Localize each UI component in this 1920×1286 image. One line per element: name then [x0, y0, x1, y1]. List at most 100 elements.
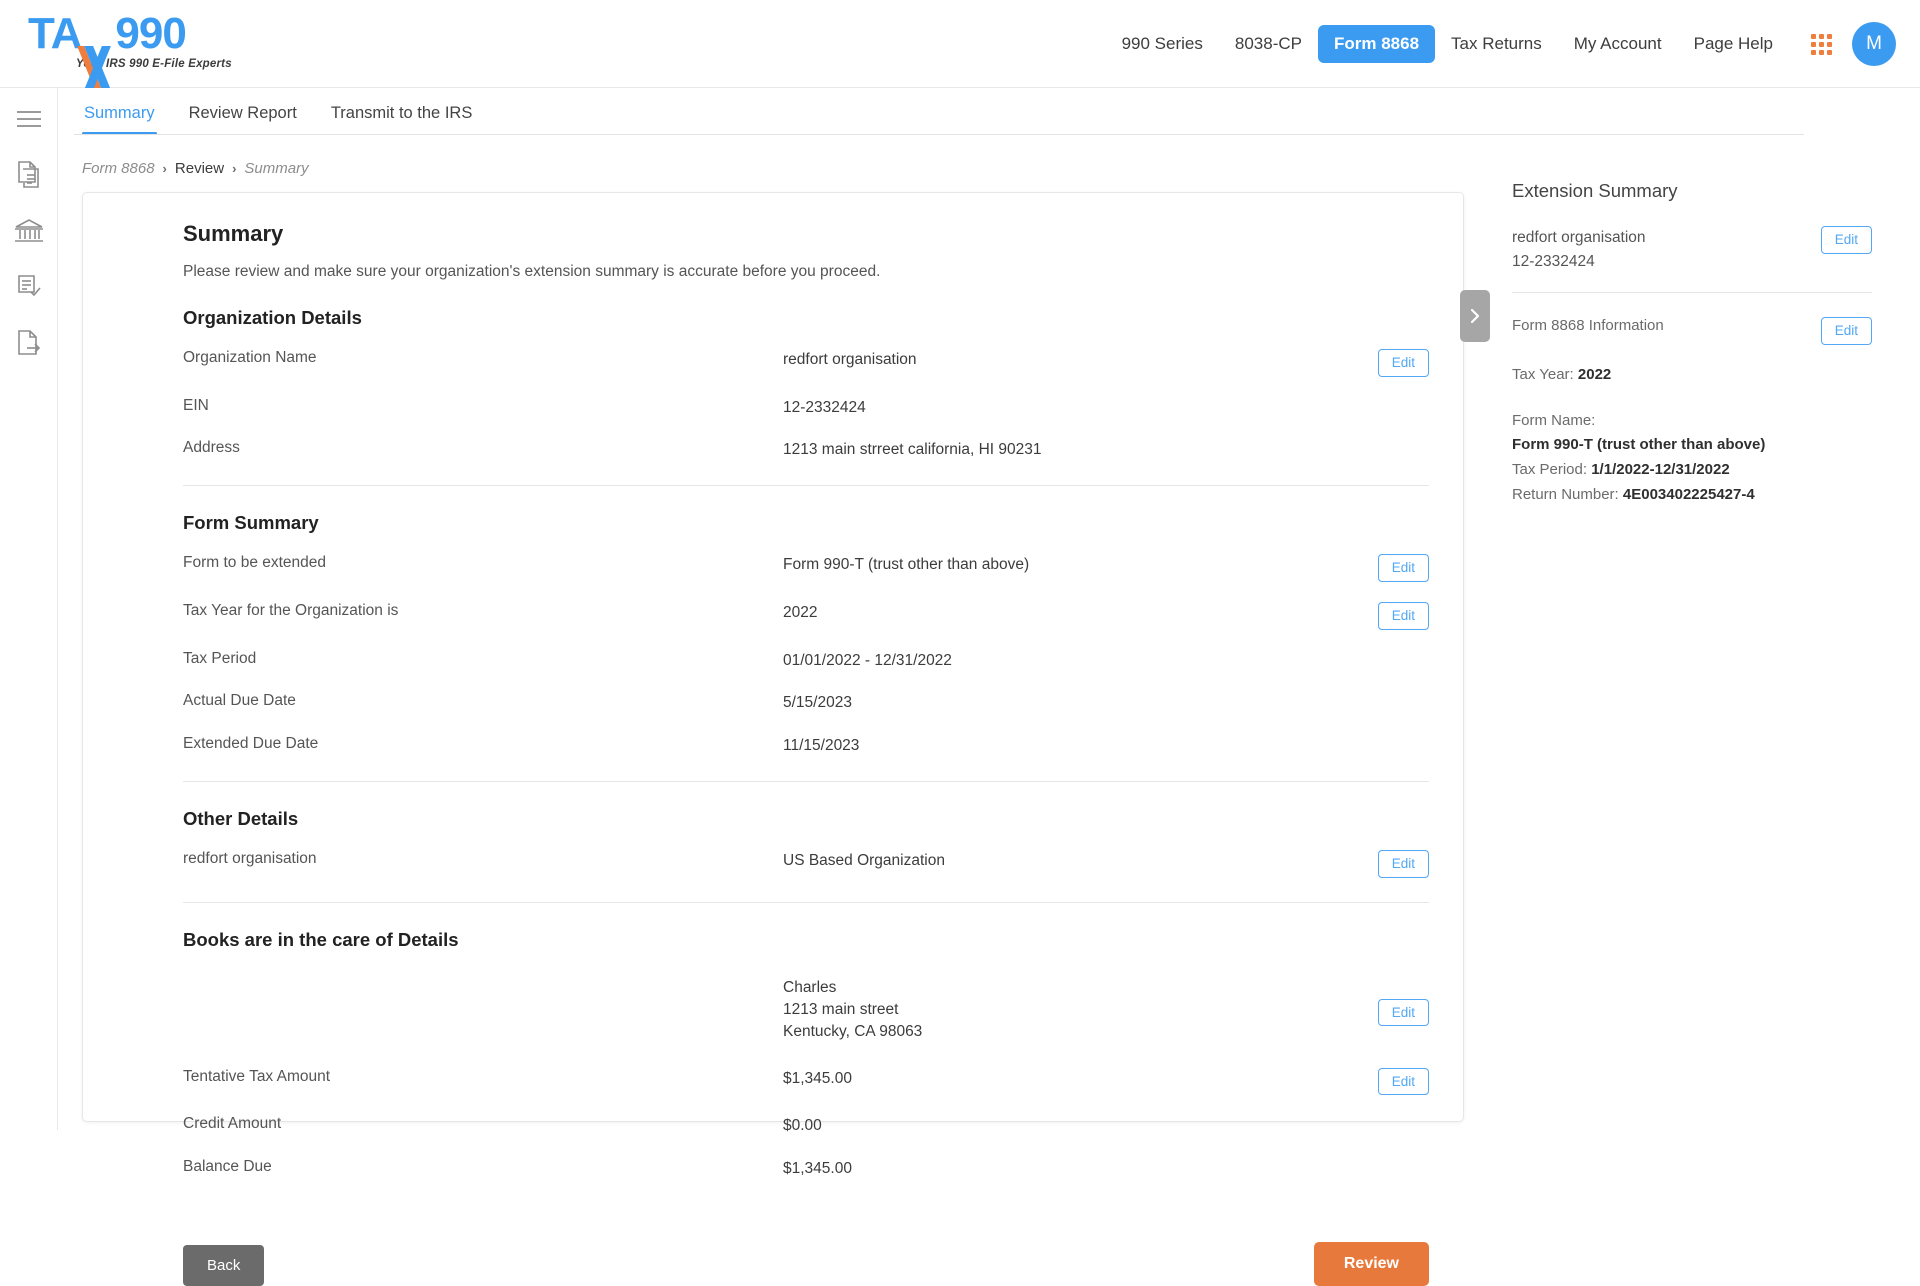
hamburger-menu-icon[interactable]	[14, 104, 44, 134]
table-row: Balance Due $1,345.00	[183, 1158, 1429, 1180]
row-label: Tentative Tax Amount	[183, 1068, 783, 1086]
row-action: Edit	[1369, 977, 1429, 1027]
section-divider	[183, 781, 1429, 782]
edit-care-of-details-button[interactable]: Edit	[1378, 999, 1429, 1027]
breadcrumb-separator-icon: ›	[163, 161, 167, 176]
org-summary-text: redfort organisation 12-2332424	[1512, 226, 1646, 274]
tax-year-field: Tax Year: 2022	[1512, 363, 1872, 387]
avatar[interactable]: M	[1852, 22, 1896, 66]
tab-review-report[interactable]: Review Report	[179, 104, 307, 135]
document-export-icon[interactable]	[14, 328, 44, 358]
tax-year-value: 2022	[1578, 366, 1611, 383]
row-label: Tax Period	[183, 650, 783, 668]
row-value: $0.00	[783, 1115, 1369, 1137]
page-title: Summary	[183, 221, 1443, 247]
edit-organization-name-button[interactable]: Edit	[1378, 349, 1429, 377]
tab-strip-divider	[74, 134, 1804, 135]
top-navigation-bar: TA990 Your IRS 990 E-File Experts 990 Se…	[0, 0, 1920, 88]
section-heading-form-summary: Form Summary	[183, 512, 1443, 534]
table-row: Credit Amount $0.00	[183, 1115, 1429, 1137]
logo-ta-text: TA	[28, 9, 81, 58]
edit-us-based-organization-button[interactable]: Edit	[1378, 850, 1429, 878]
edit-tax-year-button[interactable]: Edit	[1378, 602, 1429, 630]
row-action: Edit	[1369, 554, 1429, 582]
row-value: 12-2332424	[783, 397, 1369, 419]
panel-collapse-toggle[interactable]	[1460, 290, 1490, 342]
edit-form-to-be-extended-button[interactable]: Edit	[1378, 554, 1429, 582]
apps-grid-icon[interactable]	[1811, 34, 1832, 55]
row-label: Tax Year for the Organization is	[183, 602, 783, 620]
chevron-right-icon	[1468, 306, 1482, 326]
edit-org-summary-button[interactable]: Edit	[1821, 226, 1872, 254]
nav-item-990-series[interactable]: 990 Series	[1106, 25, 1219, 63]
tab-summary[interactable]: Summary	[74, 104, 165, 135]
row-value: redfort organisation	[783, 349, 1369, 371]
tab-transmit-to-the-irs[interactable]: Transmit to the IRS	[321, 104, 483, 135]
breadcrumb: Form 8868 › Review › Summary	[82, 160, 309, 177]
extension-summary-title: Extension Summary	[1512, 180, 1872, 202]
row-label: EIN	[183, 397, 783, 415]
extension-summary-panel: Extension Summary redfort organisation 1…	[1512, 180, 1872, 508]
row-label: Address	[183, 439, 783, 457]
return-number-label: Return Number:	[1512, 486, 1619, 503]
table-row: redfort organisation US Based Organizati…	[183, 850, 1429, 878]
table-row: Organization Name redfort organisation E…	[183, 349, 1429, 377]
breadcrumb-item-summary: Summary	[244, 160, 308, 177]
edit-tentative-tax-amount-button[interactable]: Edit	[1378, 1068, 1429, 1096]
form-name-label: Form Name:	[1512, 409, 1872, 434]
row-label: Extended Due Date	[183, 735, 783, 753]
table-row: Extended Due Date 11/15/2023	[183, 735, 1429, 757]
row-label: Organization Name	[183, 349, 783, 367]
table-row: Address 1213 main strreet california, HI…	[183, 439, 1429, 461]
row-value: $1,345.00	[783, 1158, 1369, 1180]
document-check-icon[interactable]	[14, 272, 44, 302]
back-button[interactable]: Back	[183, 1245, 264, 1286]
section-tabs: Summary Review Report Transmit to the IR…	[58, 88, 1920, 135]
top-nav-items: 990 Series 8038-CP Form 8868 Tax Returns…	[1106, 0, 1896, 88]
breadcrumb-item-form-8868[interactable]: Form 8868	[82, 160, 155, 177]
nav-item-my-account[interactable]: My Account	[1558, 25, 1678, 63]
table-row: Tax Period 01/01/2022 - 12/31/2022	[183, 650, 1429, 672]
row-value-care-of-address: Charles 1213 main street Kentucky, CA 98…	[783, 977, 1369, 1044]
row-value: Form 990-T (trust other than above)	[783, 554, 1369, 576]
row-label: Balance Due	[183, 1158, 783, 1176]
nav-item-tax-returns[interactable]: Tax Returns	[1435, 25, 1558, 63]
form-details-group: Form Name: Form 990-T (trust other than …	[1512, 409, 1872, 508]
nav-item-form-8868[interactable]: Form 8868	[1318, 25, 1435, 63]
tax-period-field: Tax Period: 1/1/2022-12/31/2022	[1512, 458, 1872, 483]
summary-card: Summary Please review and make sure your…	[82, 192, 1464, 1122]
bank-icon[interactable]	[14, 216, 44, 246]
row-value: 5/15/2023	[783, 692, 1369, 714]
page-subtitle: Please review and make sure your organiz…	[183, 263, 1443, 281]
edit-form-8868-info-button[interactable]: Edit	[1821, 317, 1872, 345]
documents-icon[interactable]	[14, 160, 44, 190]
nav-item-8038-cp[interactable]: 8038-CP	[1219, 25, 1318, 63]
row-label: Credit Amount	[183, 1115, 783, 1133]
org-summary-name: redfort organisation	[1512, 226, 1646, 250]
table-row: Tentative Tax Amount $1,345.00 Edit	[183, 1068, 1429, 1096]
row-label: redfort organisation	[183, 850, 783, 868]
tax-period-label: Tax Period:	[1512, 461, 1587, 478]
tax990-logo[interactable]: TA990 Your IRS 990 E-File Experts	[28, 12, 258, 70]
breadcrumb-item-review[interactable]: Review	[175, 160, 224, 177]
return-number-value: 4E003402225427-4	[1623, 486, 1755, 503]
org-summary-ein: 12-2332424	[1512, 250, 1646, 274]
row-value: US Based Organization	[783, 850, 1369, 872]
return-number-field: Return Number: 4E003402225427-4	[1512, 483, 1872, 508]
card-footer-actions: Back Review	[103, 1214, 1443, 1286]
row-value: 1213 main strreet california, HI 90231	[783, 439, 1369, 461]
review-button[interactable]: Review	[1314, 1242, 1429, 1286]
section-divider	[183, 485, 1429, 486]
breadcrumb-separator-icon: ›	[232, 161, 236, 176]
section-heading-other-details: Other Details	[183, 808, 1443, 830]
table-row: Actual Due Date 5/15/2023	[183, 692, 1429, 714]
row-label: Form to be extended	[183, 554, 783, 572]
table-row: Tax Year for the Organization is 2022 Ed…	[183, 602, 1429, 630]
row-action: Edit	[1369, 602, 1429, 630]
form-8868-info-label: Form 8868 Information	[1512, 317, 1664, 334]
form-8868-info-block: Form 8868 Information Edit Tax Year: 202…	[1512, 317, 1872, 508]
nav-item-page-help[interactable]: Page Help	[1678, 25, 1789, 63]
form-name-value: Form 990-T (trust other than above)	[1512, 436, 1765, 453]
row-action: Edit	[1369, 850, 1429, 878]
table-row: Charles 1213 main street Kentucky, CA 98…	[183, 977, 1429, 1044]
